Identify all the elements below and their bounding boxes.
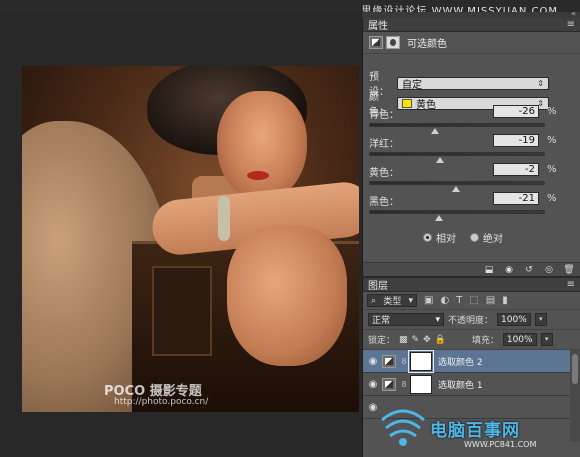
trash-icon[interactable]: 🗑 <box>562 265 576 275</box>
slider-track[interactable] <box>369 123 545 134</box>
colors-value: 黄色 <box>416 99 436 111</box>
visibility-icon[interactable]: ◎ <box>542 265 556 275</box>
photo-image: POCO 摄影专题 http://photo.poco.cn/ <box>22 66 359 412</box>
slider-label: 黄色： <box>369 168 399 179</box>
site-name: 电脑百事网 <box>430 421 520 441</box>
lock-row: 锁定： ▩ ✎ ✥ 🔒 填充： 100% ▾ <box>363 330 580 350</box>
site-url: WWW.PC841.COM <box>464 440 537 449</box>
link-icon[interactable]: 8 <box>400 357 408 366</box>
slider-thumb[interactable] <box>452 186 461 192</box>
adjustment-layer-icon <box>382 354 396 368</box>
panel-menu-icon[interactable]: ≡ <box>567 279 575 290</box>
kind-filter-select[interactable]: ⌕ 类型 ▾ <box>367 294 417 307</box>
slider-value-input[interactable]: -19 <box>493 134 539 147</box>
link-icon[interactable]: 8 <box>400 380 408 389</box>
eye-icon[interactable]: ◉ <box>366 356 380 367</box>
layers-title[interactable]: 图层 <box>368 277 388 292</box>
adjustment-filter-icon[interactable]: ◐ <box>440 295 449 306</box>
percent-unit: % <box>547 193 557 204</box>
adjustment-icon[interactable] <box>369 36 383 49</box>
slider-value-input[interactable]: -2 <box>493 163 539 176</box>
filter-toggle-icon[interactable]: ▮ <box>502 295 508 306</box>
scroll-thumb[interactable] <box>572 354 578 384</box>
radio-absolute[interactable]: 绝对 <box>470 230 503 245</box>
slider-value-input[interactable]: -26 <box>493 105 539 118</box>
slider-label: 青色： <box>369 110 399 121</box>
fill-label: 填充： <box>471 336 499 346</box>
percent-unit: % <box>547 164 557 175</box>
slider-thumb[interactable] <box>431 128 440 134</box>
method-row: 相对 绝对 <box>423 230 517 245</box>
layer-row[interactable]: ◉ 8 选取颜色 1 <box>363 373 580 396</box>
adjustment-label: 可选颜色 <box>407 39 447 50</box>
percent-unit: % <box>547 135 557 146</box>
type-filter-icon[interactable]: T <box>456 295 462 306</box>
blend-mode-value: 正常 <box>372 316 391 326</box>
chevron-down-icon: ▾ <box>435 314 440 325</box>
blend-mode-select[interactable]: 正常 ▾ <box>368 313 444 326</box>
slider-label: 洋红： <box>369 139 399 150</box>
radio-absolute-label: 绝对 <box>483 234 503 245</box>
percent-unit: % <box>547 106 557 117</box>
slider-track[interactable] <box>369 210 545 221</box>
opacity-label: 不透明度： <box>448 316 494 326</box>
poco-watermark-url: http://photo.poco.cn/ <box>114 397 209 407</box>
layer-name[interactable]: 选取颜色 2 <box>438 355 483 368</box>
blend-row: 正常 ▾ 不透明度： 100% ▾ <box>363 310 580 330</box>
adjustment-layer-icon <box>382 377 396 391</box>
collapse-icon[interactable]: « <box>571 9 576 18</box>
lock-brush-icon[interactable]: ✎ <box>412 335 420 345</box>
radio-dot-absolute[interactable] <box>470 233 479 242</box>
document-canvas[interactable]: POCO 摄影专题 http://photo.poco.cn/ <box>0 12 362 457</box>
layer-mask-thumbnail[interactable] <box>408 349 434 373</box>
reset-icon[interactable]: ↺ <box>522 265 536 275</box>
slider-thumb[interactable] <box>434 215 443 221</box>
fill-input[interactable]: 100% <box>502 333 537 346</box>
kind-filter-value: 类型 <box>383 297 402 307</box>
layers-filter-bar: ⌕ 类型 ▾ ▣ ◐ T ⬚ ▤ ▮ <box>363 292 580 310</box>
mask-icon[interactable] <box>386 36 400 49</box>
view-previous-icon[interactable]: ◉ <box>502 265 516 275</box>
radio-dot-relative[interactable] <box>423 233 432 242</box>
color-swatch <box>402 98 412 108</box>
smart-object-filter-icon[interactable]: ▤ <box>486 295 495 306</box>
opacity-dropdown-icon[interactable]: ▾ <box>534 313 547 326</box>
search-icon: ⌕ <box>371 295 377 306</box>
chevron-down-icon: ▾ <box>408 295 413 306</box>
fill-dropdown-icon[interactable]: ▾ <box>540 333 553 346</box>
layer-mask-thumbnail[interactable] <box>410 374 432 394</box>
properties-title[interactable]: 属性 <box>368 17 388 32</box>
slider-thumb[interactable] <box>436 157 445 163</box>
slider-value-input[interactable]: -21 <box>493 192 539 205</box>
eye-icon[interactable]: ◉ <box>366 379 380 390</box>
adjustment-header: 可选颜色 <box>363 32 580 54</box>
radio-relative-label: 相对 <box>436 234 456 245</box>
slider-track[interactable] <box>369 152 545 163</box>
lock-all-icon[interactable]: 🔒 <box>435 335 446 345</box>
lock-move-icon[interactable]: ✥ <box>423 335 431 345</box>
opacity-input[interactable]: 100% <box>497 313 531 326</box>
site-logo-icon <box>381 409 425 446</box>
panel-menu-icon[interactable]: ≡ <box>567 19 575 30</box>
clip-to-layer-icon[interactable]: ⬓ <box>482 265 496 275</box>
properties-footer: ⬓ ◉ ↺ ◎ 🗑 <box>363 262 580 276</box>
properties-header: 属性 ≡ <box>363 18 580 32</box>
pixel-filter-icon[interactable]: ▣ <box>424 295 433 306</box>
layers-header: 图层 ≡ <box>363 278 580 292</box>
layer-row[interactable]: ◉ 8 选取颜色 2 <box>363 349 580 373</box>
radio-relative[interactable]: 相对 <box>423 230 456 245</box>
site-watermark: 电脑百事网 WWW.PC841.COM <box>372 398 580 457</box>
slider-label: 黑色： <box>369 197 399 208</box>
properties-panel: 属性 ≡ 可选颜色 预设： 自定 ⇕ 颜色： 黄色 ⇕ 青色： -26% 洋红： -1… <box>362 18 580 276</box>
lock-transparent-icon[interactable]: ▩ <box>399 335 408 345</box>
chevron-updown-icon: ⇕ <box>537 78 544 88</box>
shape-filter-icon[interactable]: ⬚ <box>469 295 478 306</box>
slider-track[interactable] <box>369 181 545 192</box>
lock-label: 锁定： <box>368 336 396 346</box>
layer-name[interactable]: 选取颜色 1 <box>438 378 483 391</box>
